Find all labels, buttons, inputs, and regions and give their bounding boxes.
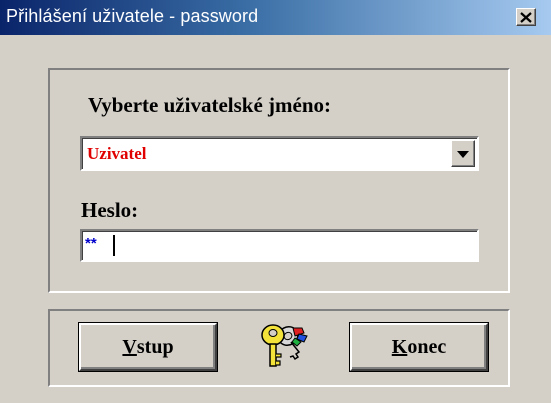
title-bar[interactable]: Přihlášení uživatele - password [0, 0, 551, 35]
exit-button[interactable]: Konec [350, 323, 488, 371]
password-label: Heslo: [81, 198, 139, 222]
password-masked-value: ** [85, 235, 97, 252]
exit-button-label-rest: onec [407, 335, 447, 358]
keys-icon [255, 322, 309, 370]
enter-button-label-rest: stup [136, 335, 174, 358]
login-dialog: Přihlášení uživatele - password Vyberte … [0, 0, 551, 403]
dropdown-arrow-icon [457, 145, 469, 163]
close-icon [520, 11, 532, 23]
username-dropdown-button[interactable] [451, 140, 475, 167]
username-selected-value: Uzivatel [87, 144, 147, 163]
exit-button-mnemonic: K [391, 335, 408, 358]
enter-button-mnemonic: V [122, 335, 137, 358]
close-button[interactable] [516, 8, 536, 26]
exit-button-label: Konec [392, 336, 446, 359]
window-title: Přihlášení uživatele - password [6, 6, 259, 26]
username-label: Vyberte uživatelské jméno: [88, 93, 332, 117]
enter-button-label: Vstup [122, 336, 173, 359]
text-caret [113, 235, 115, 256]
password-field[interactable]: ** [80, 229, 479, 262]
enter-button[interactable]: Vstup [79, 323, 217, 371]
username-select[interactable]: Uzivatel [80, 136, 479, 171]
